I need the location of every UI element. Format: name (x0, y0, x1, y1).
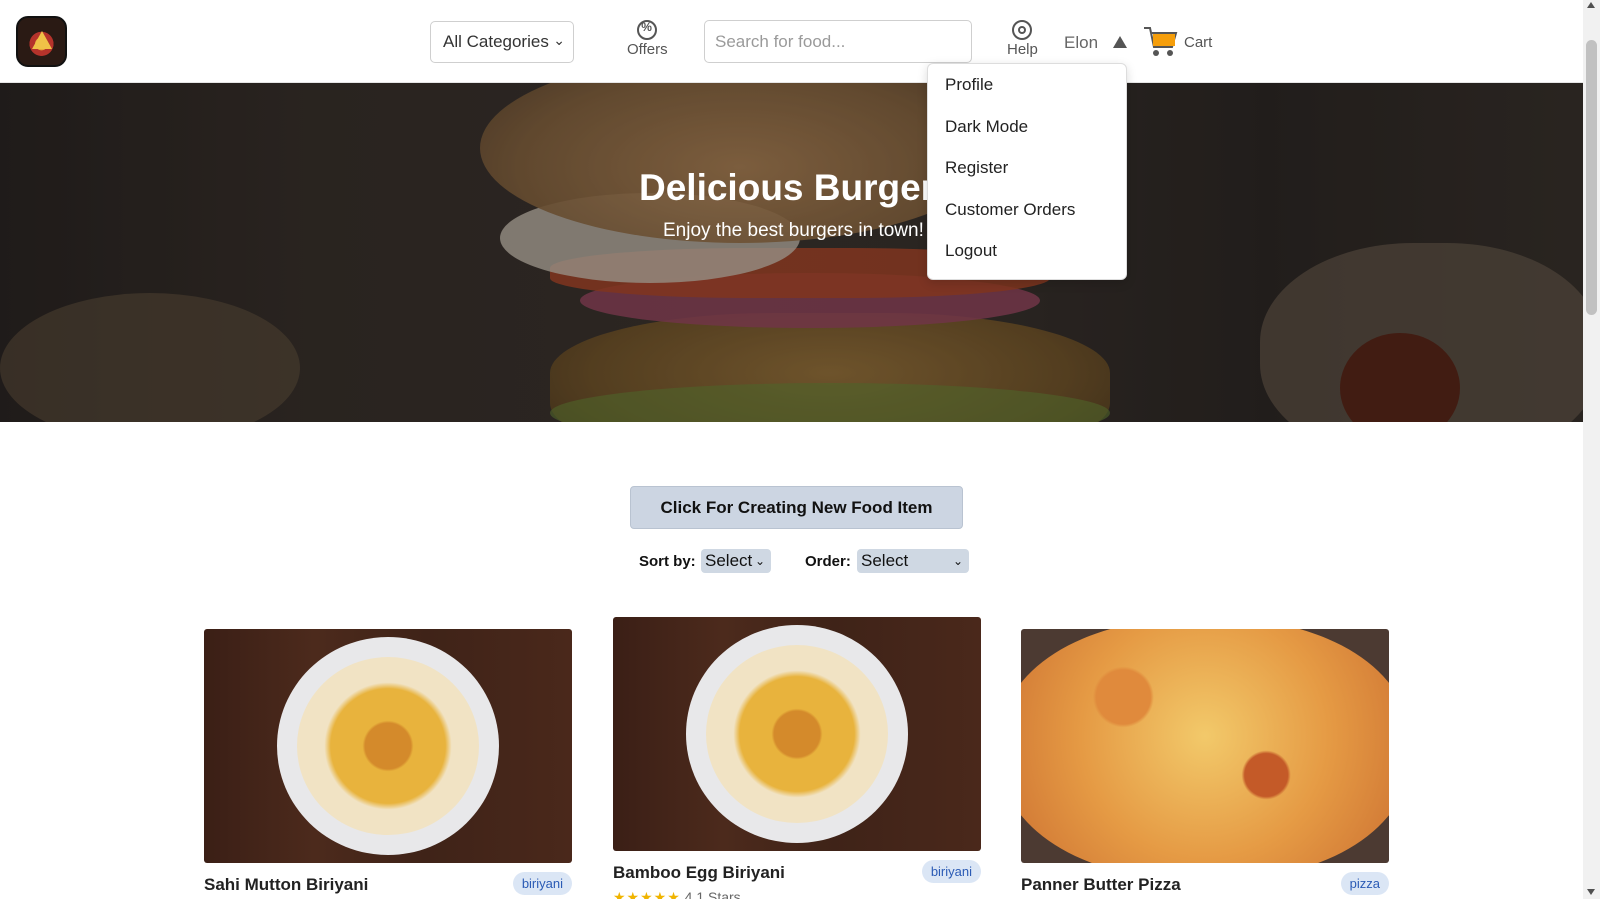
food-card-image[interactable] (204, 629, 572, 863)
cart-label[interactable]: Cart (1184, 34, 1212, 51)
food-card[interactable]: Panner Butter Pizza pizza (1021, 629, 1389, 895)
page-scrollbar[interactable] (1583, 0, 1600, 899)
top-navbar: All Categories ⌄ Offers Help Elon Cart (0, 0, 1583, 83)
rating: ★★★★★ 4.1 Stars (613, 889, 741, 899)
chevron-down-icon: ⌄ (754, 554, 765, 568)
food-card-image[interactable] (613, 617, 981, 851)
sort-by-value: Select (705, 551, 753, 570)
biriyani-graphic (297, 657, 479, 835)
food-card-title[interactable]: Panner Butter Pizza (1021, 875, 1181, 895)
hero-subtitle: Enjoy the best burgers in town! (663, 220, 924, 241)
scroll-up-arrow-icon[interactable] (1587, 2, 1595, 8)
percent-badge-icon (637, 20, 658, 40)
shopping-cart-icon[interactable] (1143, 25, 1179, 59)
menu-item-customer-orders[interactable]: Customer Orders (928, 200, 1126, 243)
lifebuoy-icon (1012, 20, 1033, 40)
biriyani-graphic (706, 645, 888, 823)
menu-item-logout[interactable]: Logout (928, 242, 1126, 284)
order-select[interactable]: Select ⌄ (857, 549, 969, 573)
offers-link[interactable]: Offers (627, 20, 668, 58)
recipemania-logo[interactable] (16, 16, 67, 67)
star-icons: ★★★★★ (613, 889, 681, 899)
food-card-title[interactable]: Bamboo Egg Biriyani (613, 863, 785, 883)
category-select-value: All Categories (443, 32, 549, 51)
user-dropdown-menu: Profile Dark Mode Register Customer Orde… (927, 63, 1127, 280)
food-card-title[interactable]: Sahi Mutton Biriyani (204, 875, 368, 895)
hero-overlay (0, 83, 1583, 422)
food-card-image[interactable] (1021, 629, 1389, 863)
help-link[interactable]: Help (1007, 20, 1038, 58)
scroll-down-arrow-icon[interactable] (1587, 889, 1595, 895)
create-food-item-button[interactable]: Click For Creating New Food Item (630, 486, 963, 529)
offers-label: Offers (627, 41, 668, 58)
order-value: Select (861, 551, 909, 570)
sort-by-label: Sort by: (639, 553, 696, 570)
sort-by-select[interactable]: Select ⌄ (701, 549, 771, 573)
menu-item-register[interactable]: Register (928, 159, 1126, 201)
food-card[interactable]: Sahi Mutton Biriyani biriyani (204, 629, 572, 895)
menu-item-profile[interactable]: Profile (928, 76, 1126, 118)
rating-text: 4.1 Stars (684, 889, 741, 899)
category-badge: biriyani (512, 872, 572, 895)
user-name[interactable]: Elon (1064, 33, 1098, 53)
food-card[interactable]: Bamboo Egg Biriyani biriyani ★★★★★ 4.1 S… (613, 617, 981, 899)
hero-banner: Delicious Burgers Enjoy the best burgers… (0, 83, 1583, 422)
category-badge: biriyani (921, 860, 981, 883)
pizza-graphic (1021, 629, 1389, 863)
hero-title: Delicious Burgers (639, 167, 956, 208)
chevron-down-icon: ⌄ (553, 32, 565, 48)
search-input[interactable] (704, 20, 972, 63)
help-label: Help (1007, 41, 1038, 58)
scrollbar-thumb[interactable] (1586, 40, 1597, 315)
menu-item-dark-mode[interactable]: Dark Mode (928, 117, 1126, 160)
caret-up-icon[interactable] (1113, 36, 1127, 48)
category-badge: pizza (1340, 872, 1389, 895)
category-select[interactable]: All Categories ⌄ (430, 21, 574, 63)
chevron-down-icon: ⌄ (952, 554, 963, 568)
order-label: Order: (805, 553, 851, 570)
logo-emblem (32, 31, 52, 49)
